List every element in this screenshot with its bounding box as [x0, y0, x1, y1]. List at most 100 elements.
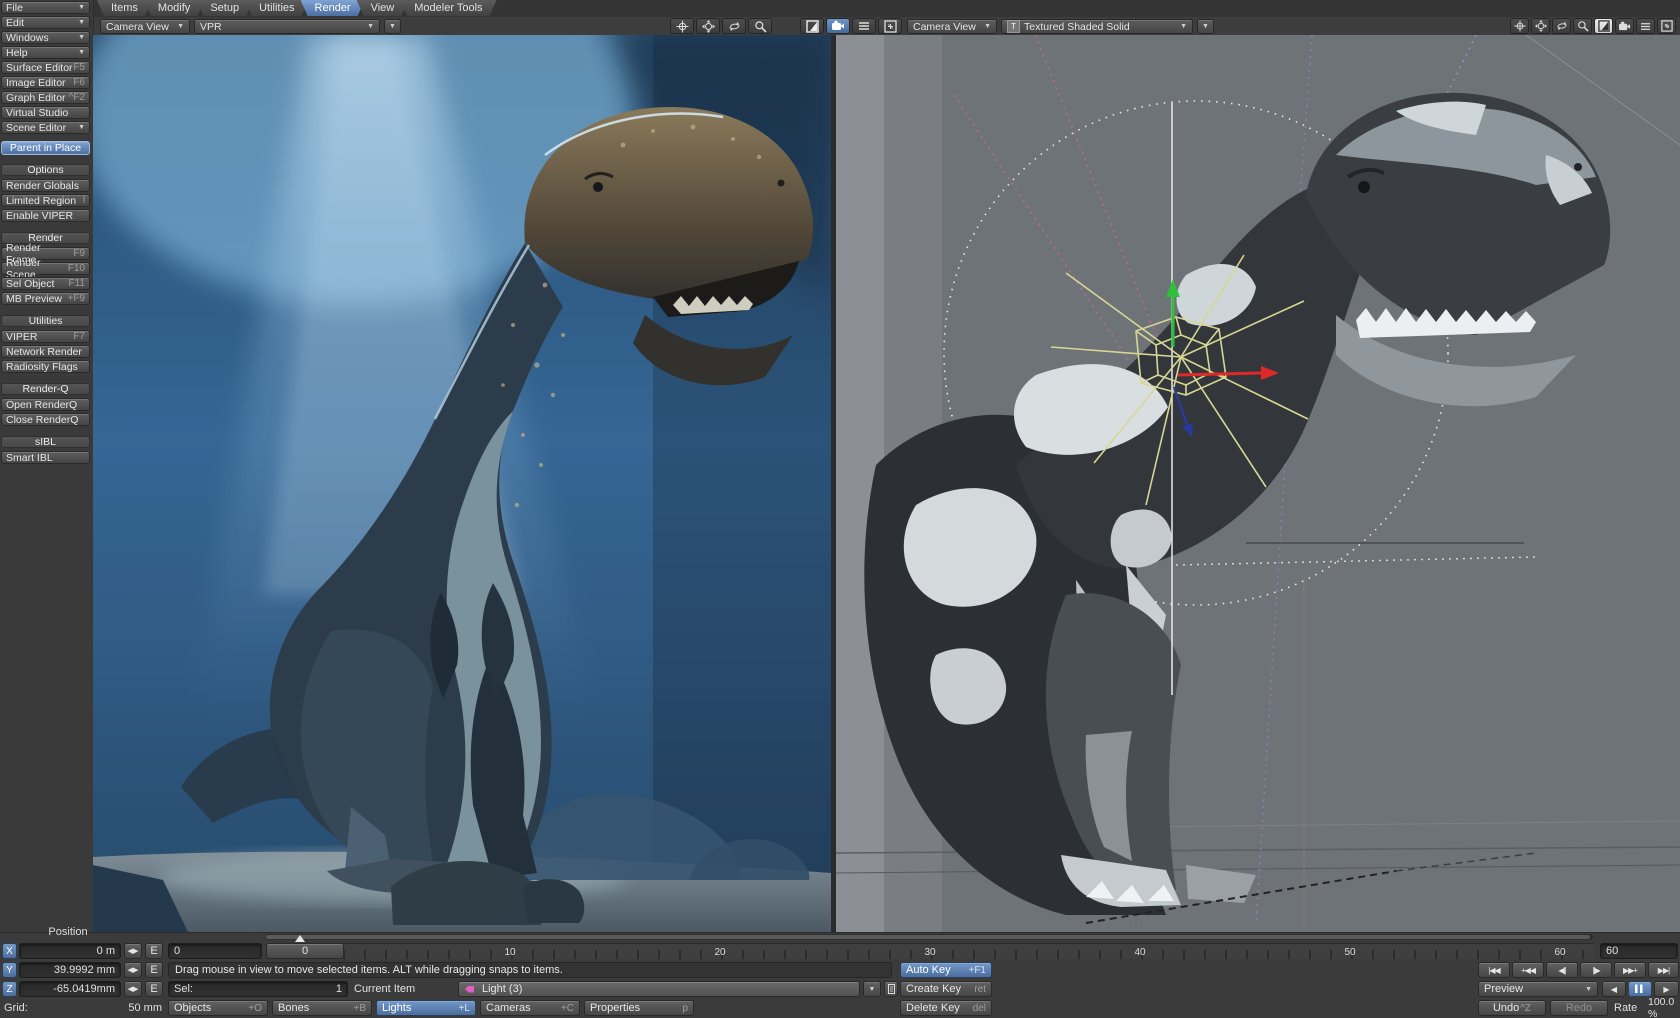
chevron-down-icon: ▼ [1202, 23, 1209, 30]
menu-windows[interactable]: Windows▼ [1, 31, 90, 44]
right-render-mode-dropdown[interactable]: T Textured Shaded Solid ▼ [1001, 19, 1193, 34]
pan-icon[interactable] [670, 18, 694, 34]
chevron-down-icon: ▼ [869, 986, 876, 993]
open-renderq-button[interactable]: Open RenderQ [1, 398, 90, 411]
z-position-field[interactable]: -65.0419mm [19, 981, 121, 997]
tick-label: 50 [1344, 947, 1355, 958]
x-position-field[interactable]: 0 m [19, 943, 121, 959]
left-viewport-vpr[interactable] [93, 35, 831, 932]
close-renderq-button[interactable]: Close RenderQ [1, 413, 90, 426]
viper-button[interactable]: VIPERF7 [1, 330, 90, 343]
left-viewport-options-dropdown[interactable]: ▼ [384, 19, 401, 34]
timeline-range-bar[interactable] [265, 934, 1593, 940]
bones-mode-button[interactable]: Bones+B [272, 1000, 372, 1016]
right-viewport-opengl[interactable] [836, 35, 1680, 932]
camera-icon[interactable] [826, 18, 850, 34]
menu-help[interactable]: Help▼ [1, 46, 90, 59]
preview-dropdown[interactable]: Preview▼ [1478, 981, 1598, 997]
play-button[interactable]: ▶ [1654, 981, 1679, 997]
current-item-dropdown[interactable]: Light (3) [458, 981, 860, 997]
go-end-button[interactable]: ▶▶| [1648, 962, 1679, 978]
rotate-icon[interactable] [1531, 18, 1550, 34]
create-key-button[interactable]: Create Keyret [900, 981, 992, 997]
zoom-icon[interactable] [1573, 18, 1592, 34]
z-stepper[interactable]: ◀▶ [124, 981, 142, 997]
tab-render[interactable]: Render [301, 0, 365, 16]
play-reverse-button[interactable]: ◀ [1602, 981, 1626, 997]
z-envelope-button[interactable]: E [145, 981, 163, 997]
y-stepper[interactable]: ◀▶ [124, 962, 142, 978]
step-forward-button[interactable]: ||▶ [1580, 962, 1612, 978]
timeline-ruler[interactable]: 10 20 30 40 50 60 [268, 943, 1594, 959]
sel-object-button[interactable]: Sel ObjectF11 [1, 277, 90, 290]
go-start-button[interactable]: |◀◀ [1478, 962, 1510, 978]
cameras-mode-button[interactable]: Cameras+C [480, 1000, 580, 1016]
mb-preview-button[interactable]: MB Preview+F9 [1, 292, 90, 305]
restore-view-icon[interactable] [878, 18, 902, 34]
surface-editor-button[interactable]: Surface EditorF5 [1, 61, 90, 74]
menu-icon[interactable] [1636, 18, 1655, 34]
status-hint-bar: Drag mouse in view to move selected item… [168, 962, 892, 978]
tab-utilities[interactable]: Utilities [245, 0, 308, 16]
rotate-icon[interactable] [696, 18, 720, 34]
timeline-slider-handle[interactable]: 0 [266, 943, 344, 959]
network-render-button[interactable]: Network Render [1, 345, 90, 358]
zoom-icon[interactable] [748, 18, 772, 34]
left-view-type-dropdown[interactable]: Camera View▼ [100, 19, 190, 34]
properties-button[interactable]: Propertiesp [584, 1000, 694, 1016]
enable-viper-button[interactable]: Enable VIPER [1, 209, 90, 222]
delete-key-button[interactable]: Delete Keydel [900, 1000, 992, 1016]
end-frame-field[interactable]: 60 [1600, 943, 1678, 959]
item-list-button[interactable] [884, 981, 898, 997]
render-scene-button[interactable]: Render SceneF10 [1, 262, 90, 275]
graph-editor-button[interactable]: Graph Editor^F2 [1, 91, 90, 104]
section-header-sibl: sIBL [1, 436, 90, 448]
frame-marker-icon [295, 935, 305, 942]
camera-icon[interactable] [1615, 18, 1634, 34]
smart-ibl-button[interactable]: Smart IBL [1, 451, 90, 464]
limited-region-button[interactable]: Limited Regionl [1, 194, 90, 207]
radiosity-flags-button[interactable]: Radiosity Flags [1, 360, 90, 373]
undo-button[interactable]: Undo^Z [1478, 1000, 1546, 1016]
right-viewport-options-dropdown[interactable]: ▼ [1197, 19, 1214, 34]
auto-key-button[interactable]: Auto Key+F1 [900, 962, 992, 978]
image-editor-button[interactable]: Image EditorF6 [1, 76, 90, 89]
step-back-button[interactable]: ◀|| [1546, 962, 1578, 978]
redo-button[interactable]: Redo [1550, 1000, 1608, 1016]
tab-modeler-tools[interactable]: Modeler Tools [400, 0, 496, 16]
lights-mode-button[interactable]: Lights+L [376, 1000, 476, 1016]
objects-mode-button[interactable]: Objects+O [168, 1000, 268, 1016]
orbit-icon[interactable] [722, 18, 746, 34]
section-header-utilities: Utilities [1, 315, 90, 327]
tab-view[interactable]: View [357, 0, 409, 16]
render-globals-button[interactable]: Render Globals [1, 179, 90, 192]
current-frame-field[interactable]: 0 [168, 943, 262, 959]
scene-editor-button[interactable]: Scene Editor▼ [1, 121, 90, 134]
expand-icon[interactable] [800, 18, 824, 34]
texture-badge-icon: T [1007, 20, 1020, 33]
menu-file[interactable]: File▼ [1, 1, 90, 14]
expand-icon[interactable] [1594, 18, 1613, 34]
menu-edit[interactable]: Edit▼ [1, 16, 90, 29]
y-envelope-button[interactable]: E [145, 962, 163, 978]
right-view-type-dropdown[interactable]: Camera View▼ [907, 19, 997, 34]
x-envelope-button[interactable]: E [145, 943, 163, 959]
x-stepper[interactable]: ◀▶ [124, 943, 142, 959]
chevron-down-icon: ▼ [78, 4, 85, 11]
left-render-mode-dropdown[interactable]: VPR▼ [194, 19, 380, 34]
next-key-button[interactable]: ▶▶+ [1614, 962, 1646, 978]
prev-key-button[interactable]: +◀◀ [1512, 962, 1544, 978]
parent-in-place-button[interactable]: Parent in Place [1, 141, 90, 155]
tick-label: 60 [1554, 947, 1565, 958]
current-item-chevron-button[interactable]: ▼ [863, 981, 881, 997]
virtual-studio-button[interactable]: Virtual Studio [1, 106, 90, 119]
menu-icon[interactable] [852, 18, 876, 34]
restore-view-icon[interactable] [1657, 18, 1676, 34]
orbit-icon[interactable] [1552, 18, 1571, 34]
pause-button[interactable]: ▌▌ [1628, 981, 1652, 997]
y-position-field[interactable]: 39.9992 mm [19, 962, 121, 978]
tab-setup[interactable]: Setup [196, 0, 253, 16]
tab-items[interactable]: Items [97, 0, 152, 16]
pan-icon[interactable] [1510, 18, 1529, 34]
tab-modify[interactable]: Modify [144, 0, 204, 16]
